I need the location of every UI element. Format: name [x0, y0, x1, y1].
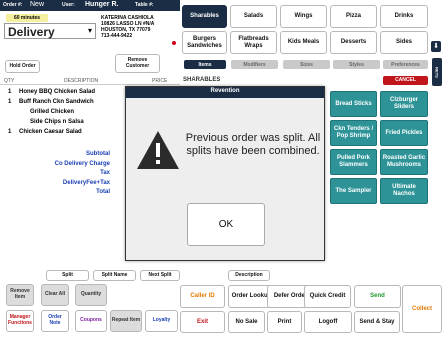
- category-drinks[interactable]: Drinks: [380, 5, 428, 28]
- line-qty: 1: [8, 129, 12, 135]
- eta-badge: 60 minutes: [6, 14, 48, 22]
- order-type-dropdown[interactable]: Delivery ▾: [4, 23, 96, 39]
- required-dot-icon: [172, 41, 176, 45]
- ok-button[interactable]: OK: [187, 203, 265, 246]
- send-button[interactable]: Send: [354, 285, 401, 308]
- dialog-message: Previous order was split. All splits hav…: [185, 132, 321, 157]
- item-the-sampler[interactable]: The Sampler: [330, 178, 377, 204]
- split-button[interactable]: Split: [46, 270, 89, 281]
- send-stay-button[interactable]: Send & Stay: [354, 311, 400, 333]
- line-desc: Buff Ranch Ckn Sandwich: [19, 99, 94, 105]
- category-desserts[interactable]: Desserts: [330, 31, 377, 54]
- remove-item-button[interactable]: Remove Item: [6, 284, 34, 306]
- manager-functions-button[interactable]: Manager Functions: [6, 310, 34, 332]
- category-wings[interactable]: Wings: [280, 5, 327, 28]
- table-number-label: Table #:: [135, 2, 154, 8]
- order-table-header: QTY DESCRIPTION PRICE: [0, 77, 180, 85]
- side-tab-label: RETS: [434, 67, 440, 78]
- order-note-button[interactable]: Order Note: [41, 310, 69, 332]
- customer-info: KATERINA CASHIOLA 10826 LASSO LN #N/A HO…: [101, 15, 181, 39]
- user-label: User:: [62, 2, 75, 8]
- alert-dialog: Revention Previous order was split. All …: [125, 86, 325, 261]
- cancel-button[interactable]: CANCEL: [383, 76, 428, 85]
- item-ultimate-nachos[interactable]: Ultimate Nachos: [380, 178, 428, 204]
- collect-button[interactable]: Collect: [402, 285, 442, 333]
- split-name-button[interactable]: Split Name: [93, 270, 136, 281]
- exit-button[interactable]: Exit: [180, 311, 225, 333]
- filter-sizes[interactable]: Sizes: [283, 60, 330, 69]
- line-qty: 1: [8, 99, 12, 105]
- category-flatbreads-wraps[interactable]: Flatbreads Wraps: [230, 31, 277, 54]
- quantity-button[interactable]: Quantity: [75, 284, 107, 306]
- print-button[interactable]: Print: [267, 311, 302, 333]
- col-description: DESCRIPTION: [64, 78, 99, 84]
- filter-modifiers[interactable]: Modifiers: [231, 60, 278, 69]
- line-desc: Grilled Chicken: [30, 109, 75, 115]
- delivery-fee-tax-label: DeliveryFee+Tax: [62, 179, 110, 186]
- subtotal-label: Subtotal: [86, 151, 110, 157]
- logoff-button[interactable]: Logoff: [304, 311, 352, 333]
- repeat-item-button[interactable]: Repeat Item: [110, 310, 142, 332]
- totals-block: Subtotal Co Delivery Charge Tax Delivery…: [40, 150, 110, 198]
- filter-preferences[interactable]: Preferences: [383, 60, 428, 69]
- category-sides[interactable]: Sides: [380, 31, 428, 54]
- category-burgers-sandwiches[interactable]: Burgers Sandwiches: [182, 31, 227, 54]
- user-value: Hunger R.: [85, 1, 119, 8]
- quick-credit-button[interactable]: Quick Credit: [304, 285, 351, 308]
- arrow-down-icon: ⬇: [433, 43, 439, 50]
- chevron-down-icon: ▾: [87, 26, 92, 35]
- delivery-charge-label: Co Delivery Charge: [54, 160, 110, 167]
- section-title: SHARABLES: [183, 77, 221, 83]
- line-qty: 1: [8, 89, 12, 95]
- description-tab[interactable]: Description: [228, 270, 270, 281]
- total-label: Total: [96, 189, 110, 195]
- category-sharables[interactable]: Sharables: [182, 5, 227, 28]
- warning-icon: [137, 131, 179, 169]
- loyalty-button[interactable]: Loyalty: [145, 310, 178, 332]
- line-desc: Honey BBQ Chicken Salad: [19, 89, 96, 95]
- hold-order-button[interactable]: Hold Order: [5, 60, 40, 73]
- item-fried-pickles[interactable]: Fried Pickles: [380, 120, 428, 146]
- item-bread-sticks[interactable]: Bread Sticks: [330, 91, 377, 117]
- line-desc: Side Chips n Salsa: [30, 119, 84, 125]
- order-type-value: Delivery: [8, 25, 55, 39]
- caller-id-button[interactable]: Caller ID: [180, 285, 225, 308]
- dialog-title: Revention: [210, 88, 240, 94]
- item-ckn-tenders-pop-shrimp[interactable]: Ckn Tenders / Pop Shrimp: [330, 120, 377, 146]
- item-roasted-garlic-mushrooms[interactable]: Roasted Garlic Mushrooms: [380, 149, 428, 175]
- filter-styles[interactable]: Styles: [333, 60, 380, 69]
- category-kids-meals[interactable]: Kids Meals: [280, 31, 327, 54]
- tax-label: Tax: [100, 170, 110, 176]
- clear-all-button[interactable]: Clear All: [41, 284, 69, 306]
- no-sale-button[interactable]: No Sale: [228, 311, 265, 333]
- remove-customer-button[interactable]: Remove Customer: [115, 54, 160, 73]
- col-price: PRICE: [152, 78, 168, 84]
- order-number-label: Order #:: [3, 2, 23, 8]
- next-split-button[interactable]: Next Split: [140, 270, 180, 281]
- customer-line: 713-444-9422: [101, 33, 133, 39]
- order-number-value: New: [30, 1, 45, 8]
- line-desc: Chicken Caesar Salad: [19, 129, 82, 135]
- filter-items[interactable]: Items: [184, 60, 226, 69]
- item-clzburger-sliders[interactable]: Clzburger Sliders: [380, 91, 428, 117]
- coupons-button[interactable]: Coupons: [75, 310, 107, 332]
- item-pulled-pork-slammers[interactable]: Pulled Pork Slammers: [330, 149, 377, 175]
- category-pizza[interactable]: Pizza: [330, 5, 377, 28]
- category-salads[interactable]: Salads: [230, 5, 277, 28]
- scroll-down-button[interactable]: ⬇: [431, 41, 441, 52]
- col-qty: QTY: [4, 78, 15, 84]
